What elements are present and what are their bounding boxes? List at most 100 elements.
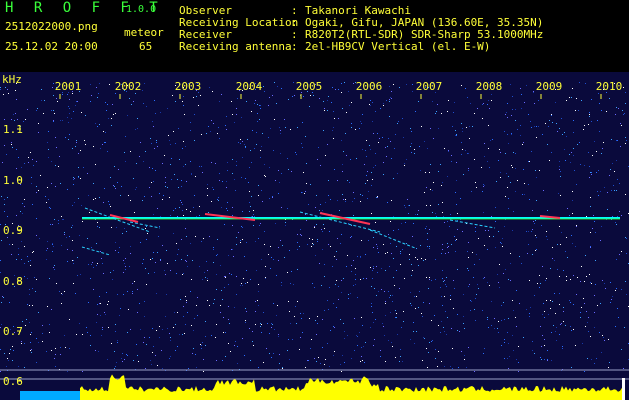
noise-speck [42, 341, 43, 342]
noise-speck [571, 97, 572, 98]
noise-speck [252, 341, 253, 342]
noise-speck [107, 104, 108, 105]
noise-speck [183, 141, 184, 142]
noise-speck [55, 366, 56, 367]
noise-speck [539, 170, 540, 171]
noise-speck [14, 120, 15, 121]
noise-speck [186, 302, 187, 303]
noise-speck [550, 300, 551, 301]
noise-speck [240, 143, 241, 144]
noise-speck [390, 97, 391, 98]
noise-speck [25, 119, 26, 120]
noise-speck [49, 278, 50, 279]
noise-speck [425, 259, 426, 260]
noise-speck [319, 263, 320, 264]
noise-speck [188, 368, 189, 369]
noise-speck [170, 270, 171, 271]
noise-speck [30, 334, 31, 335]
noise-speck [474, 371, 475, 372]
noise-speck [48, 149, 49, 150]
noise-speck [187, 266, 188, 267]
noise-speck [142, 200, 143, 201]
noise-speck [487, 249, 488, 250]
noise-speck [468, 170, 469, 171]
noise-speck [455, 192, 456, 193]
noise-speck [130, 329, 131, 330]
noise-speck [160, 112, 161, 113]
noise-speck [8, 93, 9, 94]
noise-speck [299, 349, 300, 350]
noise-speck [245, 320, 246, 321]
noise-speck [73, 179, 74, 180]
noise-speck [569, 215, 570, 216]
noise-speck [426, 205, 427, 206]
noise-speck [123, 272, 124, 273]
noise-speck [75, 105, 76, 106]
noise-speck [504, 226, 505, 227]
noise-speck [429, 246, 430, 247]
noise-speck [555, 331, 556, 332]
noise-speck [270, 268, 271, 269]
noise-speck [546, 231, 547, 232]
noise-speck [536, 126, 537, 127]
noise-speck [508, 368, 509, 369]
noise-speck [320, 363, 321, 364]
noise-speck [243, 278, 244, 279]
noise-speck [561, 323, 562, 324]
noise-speck [488, 230, 489, 231]
noise-speck [425, 172, 426, 173]
noise-speck [413, 322, 414, 323]
noise-speck [563, 321, 564, 322]
noise-speck [584, 303, 585, 304]
noise-speck [327, 300, 328, 301]
noise-speck [30, 342, 31, 343]
noise-speck [155, 113, 156, 114]
noise-speck [155, 170, 156, 171]
noise-speck [226, 187, 227, 188]
noise-speck [569, 97, 570, 98]
noise-speck [122, 233, 123, 234]
noise-speck [258, 284, 259, 285]
noise-speck [507, 103, 508, 104]
noise-speck [314, 358, 315, 359]
noise-speck [49, 207, 50, 208]
noise-speck [132, 283, 133, 284]
noise-speck [577, 144, 578, 145]
noise-speck [315, 255, 316, 256]
noise-speck [24, 199, 25, 200]
noise-speck [150, 138, 151, 139]
noise-speck [114, 351, 115, 352]
noise-speck [116, 227, 117, 228]
noise-speck [430, 164, 431, 165]
noise-speck [390, 221, 391, 222]
noise-speck [114, 166, 115, 167]
noise-speck [284, 257, 285, 258]
noise-speck [165, 177, 166, 178]
noise-speck [154, 148, 155, 149]
noise-speck [546, 278, 547, 279]
noise-speck [415, 111, 416, 112]
noise-speck [161, 350, 162, 351]
antenna-label: Receiving antenna [179, 40, 292, 53]
noise-speck [499, 287, 500, 288]
noise-speck [21, 259, 22, 260]
noise-speck [137, 355, 138, 356]
noise-speck [244, 355, 245, 356]
noise-speck [265, 266, 266, 267]
noise-speck [77, 257, 78, 258]
noise-speck [615, 114, 616, 115]
noise-speck [529, 316, 530, 317]
noise-speck [234, 122, 235, 123]
noise-speck [400, 356, 401, 357]
noise-speck [621, 125, 622, 126]
noise-speck [87, 332, 88, 333]
noise-speck [413, 331, 414, 332]
noise-speck [67, 249, 68, 250]
noise-speck [152, 328, 153, 329]
noise-speck [435, 113, 436, 114]
noise-speck [554, 293, 555, 294]
noise-speck [468, 347, 469, 348]
noise-speck [363, 346, 364, 347]
noise-speck [442, 182, 443, 183]
noise-speck [612, 296, 613, 297]
